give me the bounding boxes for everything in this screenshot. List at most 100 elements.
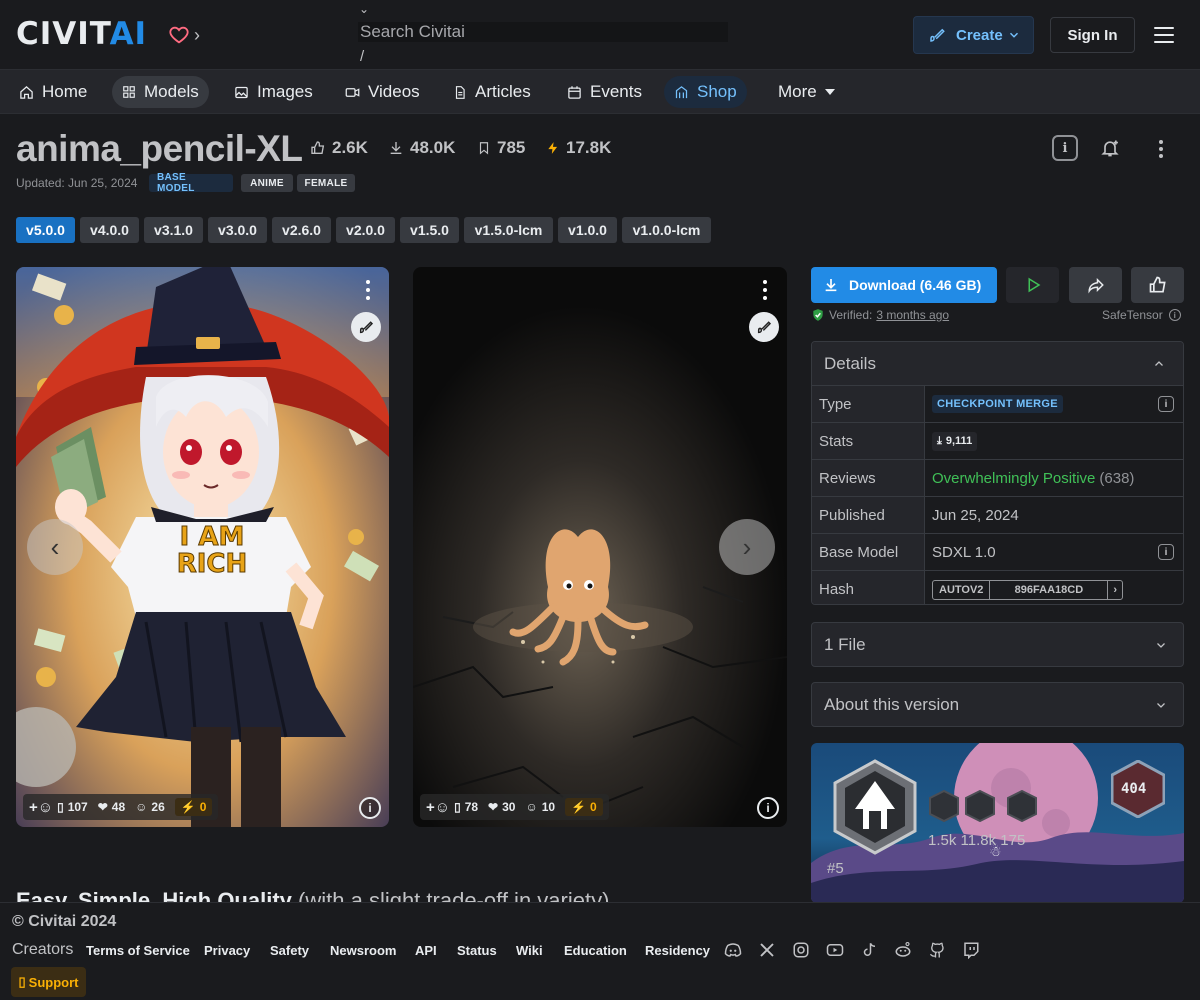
image-2-options-icon[interactable] xyxy=(762,280,768,300)
achievement-badge-2 xyxy=(965,790,995,822)
footer-link-wiki[interactable]: Wiki xyxy=(516,943,543,958)
footer-link-privacy[interactable]: Privacy xyxy=(204,943,250,958)
download-icon xyxy=(825,279,837,292)
footer-link-newsroom[interactable]: Newsroom xyxy=(330,943,396,958)
chevron-right-icon[interactable]: › xyxy=(1108,581,1122,599)
add-reaction-icon[interactable]: +☺ xyxy=(29,799,53,816)
reaction-plus[interactable]: ▯ 78 xyxy=(454,800,478,814)
like-button[interactable] xyxy=(1131,267,1184,303)
lightning-icon xyxy=(548,142,558,154)
version-tab-v2[interactable]: v2.0.0 xyxy=(336,217,395,243)
buzz-stat[interactable]: 17.8K xyxy=(546,138,611,158)
chevron-down-icon[interactable]: ⌄ xyxy=(359,2,369,16)
nav-events[interactable]: Events xyxy=(557,76,652,108)
footer-link-safety[interactable]: Safety xyxy=(270,943,309,958)
twitch-icon[interactable] xyxy=(962,941,980,959)
reviews-count: (638) xyxy=(1099,469,1135,487)
footer-link-education[interactable]: Education xyxy=(564,943,627,958)
image-1-remix-icon[interactable] xyxy=(351,312,381,342)
heart-icon[interactable] xyxy=(168,24,190,46)
image-1-info-icon[interactable]: i xyxy=(359,797,381,819)
badge-female[interactable]: FEMALE xyxy=(297,174,355,192)
more-options-icon[interactable] xyxy=(1158,140,1164,158)
civitai-logo[interactable]: CIVITAI xyxy=(16,16,147,52)
instagram-icon[interactable] xyxy=(792,941,810,959)
bell-plus-icon[interactable] xyxy=(1100,138,1120,158)
details-panel: Details Type CHECKPOINT MERGE i Stats ⤓ 9… xyxy=(811,341,1184,605)
version-tab-v3[interactable]: v3.0.0 xyxy=(208,217,267,243)
run-button[interactable] xyxy=(1006,267,1059,303)
support-button[interactable]: ▯ Support xyxy=(11,967,86,997)
info-button[interactable]: i xyxy=(1052,135,1078,161)
create-button[interactable]: Create xyxy=(913,16,1034,54)
creator-stats: 1.5k 11.8k 175 xyxy=(928,832,1026,849)
likes-stat[interactable]: 2.6K xyxy=(310,138,368,158)
footer-link-residency[interactable]: Residency xyxy=(645,943,710,958)
image-2-info-icon[interactable]: i xyxy=(757,797,779,819)
grid-icon xyxy=(123,86,135,98)
nav-articles-label: Articles xyxy=(475,82,531,101)
info-icon[interactable]: i xyxy=(1158,544,1174,560)
details-header[interactable]: Details xyxy=(812,342,1183,386)
nav-models[interactable]: Models xyxy=(112,76,209,108)
info-icon: i xyxy=(1062,140,1068,156)
add-reaction-icon[interactable]: +☺ xyxy=(426,799,450,816)
version-tab-v3-1[interactable]: v3.1.0 xyxy=(144,217,203,243)
creator-avatar[interactable] xyxy=(833,759,917,855)
share-button[interactable] xyxy=(1069,267,1122,303)
reaction-laugh[interactable]: ☺ 26 xyxy=(135,800,165,814)
reaction-heart[interactable]: ❤ 30 xyxy=(488,800,515,814)
sign-in-button[interactable]: Sign In xyxy=(1050,17,1135,53)
nav-videos[interactable]: Videos xyxy=(335,76,430,108)
reddit-icon[interactable] xyxy=(894,941,912,959)
nav-articles[interactable]: Articles xyxy=(443,76,541,108)
carousel-prev-button[interactable]: ‹ xyxy=(27,519,83,575)
footer-creators-link[interactable]: Creators xyxy=(12,941,73,959)
github-icon[interactable] xyxy=(928,941,946,959)
verified-time-link[interactable]: 3 months ago xyxy=(876,308,949,322)
hash-box[interactable]: AUTOV2 896FAA18CD › xyxy=(932,579,1124,600)
youtube-icon[interactable] xyxy=(826,941,844,959)
reaction-plus[interactable]: ▯ 107 xyxy=(57,800,88,814)
search-input[interactable] xyxy=(358,22,728,42)
files-accordion[interactable]: 1 File xyxy=(811,622,1184,667)
hamburger-menu-icon[interactable] xyxy=(1154,27,1174,43)
version-tab-v5[interactable]: v5.0.0 xyxy=(16,217,75,243)
version-tab-v1-5-lcm[interactable]: v1.5.0-lcm xyxy=(464,217,553,243)
version-tab-v1[interactable]: v1.0.0 xyxy=(558,217,617,243)
download-button[interactable]: Download (6.46 GB) xyxy=(811,267,997,303)
carousel-next-button[interactable]: › xyxy=(719,519,775,575)
creator-card[interactable]: 404 1.5k 11.8k 175 ☃ #5 xyxy=(811,743,1184,903)
nav-more[interactable]: More xyxy=(768,76,845,108)
version-tab-v1-lcm[interactable]: v1.0.0-lcm xyxy=(622,217,711,243)
footer-link-terms[interactable]: Terms of Service xyxy=(86,943,190,958)
hash-type[interactable]: AUTOV2 xyxy=(933,580,991,599)
x-twitter-icon[interactable] xyxy=(758,941,776,959)
creator-rank: #5 xyxy=(827,860,844,877)
chevron-right-icon[interactable]: › xyxy=(194,25,200,46)
info-icon[interactable]: i xyxy=(1168,309,1181,321)
reaction-buzz[interactable]: ⚡ 0 xyxy=(174,798,213,816)
nav-images[interactable]: Images xyxy=(224,76,323,108)
version-tab-v1-5[interactable]: v1.5.0 xyxy=(400,217,459,243)
reviews-summary-link[interactable]: Overwhelmingly Positive xyxy=(932,470,1095,487)
nav-home[interactable]: Home xyxy=(9,76,97,108)
about-version-accordion[interactable]: About this version xyxy=(811,682,1184,727)
footer-link-status[interactable]: Status xyxy=(457,943,497,958)
badge-anime[interactable]: ANIME xyxy=(241,174,293,192)
version-tab-v4[interactable]: v4.0.0 xyxy=(80,217,139,243)
tiktok-icon[interactable] xyxy=(860,941,878,959)
reaction-laugh[interactable]: ☺ 10 xyxy=(525,800,555,814)
image-1-options-icon[interactable] xyxy=(365,280,371,300)
version-tab-v2-6[interactable]: v2.6.0 xyxy=(272,217,331,243)
nav-shop[interactable]: Shop xyxy=(664,76,747,108)
bookmarks-stat[interactable]: 785 xyxy=(477,138,525,158)
reaction-buzz[interactable]: ⚡ 0 xyxy=(565,798,603,816)
discord-icon[interactable] xyxy=(724,941,742,959)
reaction-heart[interactable]: ❤ 48 xyxy=(98,800,125,814)
image-2-remix-icon[interactable] xyxy=(749,312,779,342)
footer-link-api[interactable]: API xyxy=(415,943,437,958)
files-accordion-label: 1 File xyxy=(824,634,866,654)
hash-value[interactable]: 896FAA18CD xyxy=(990,580,1109,599)
info-icon[interactable]: i xyxy=(1158,396,1174,412)
